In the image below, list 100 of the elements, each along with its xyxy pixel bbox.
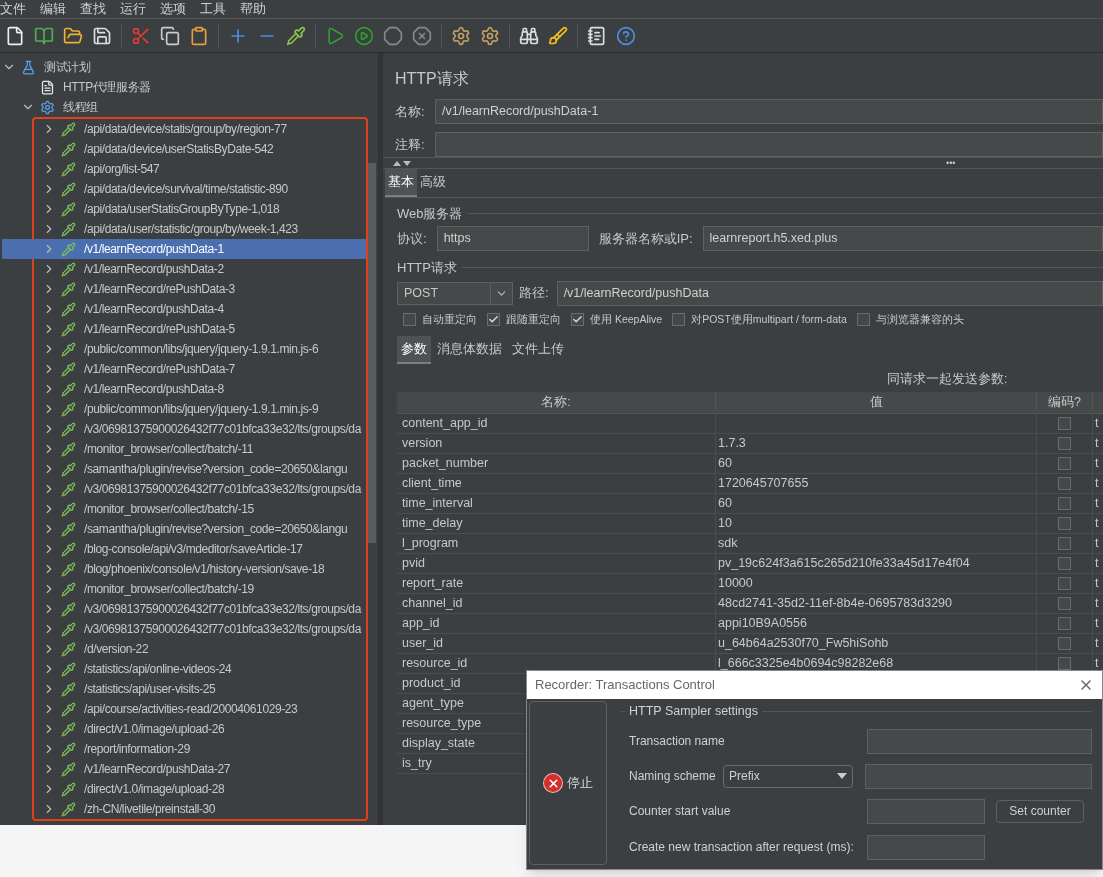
tab[interactable]: 文件上传	[508, 336, 568, 364]
name-field[interactable]: /v1/learnRecord/pushData-1	[435, 99, 1103, 124]
column-header[interactable]: 名称:	[397, 392, 716, 412]
tree-item[interactable]: /public/common/libs/jquery/jquery-1.9.1.min.js-6	[2, 339, 366, 359]
pipette-icon[interactable]	[286, 25, 306, 46]
tree-item[interactable]: /blog-console/api/v3/mdeditor/saveArticle-17	[2, 539, 366, 559]
tab[interactable]: 基本	[385, 169, 417, 197]
tree-item[interactable]: /monitor_browser/collect/batch/-19	[2, 579, 366, 599]
splitter-handle[interactable]: •••	[946, 158, 956, 168]
octagon-x-icon[interactable]	[412, 25, 432, 46]
tree-item[interactable]: /v1/learnRecord/rePushData-5	[2, 319, 366, 339]
server-field[interactable]: learnreport.h5.xed.plus	[702, 226, 1103, 251]
transaction-name-field[interactable]	[867, 728, 1092, 754]
tree-item[interactable]: /v3/06981375900026432f77c01bfca33e32/lts/groups/da	[2, 479, 366, 499]
tree-item[interactable]: /monitor_browser/collect/batch/-11	[2, 439, 366, 459]
play-icon[interactable]	[325, 25, 345, 46]
tree-item[interactable]: /direct/v1.0/image/upload-26	[2, 719, 366, 739]
menu-item[interactable]: 帮助	[233, 0, 273, 19]
checkbox[interactable]	[1058, 616, 1071, 630]
tree-item[interactable]: /public/common/libs/jquery/jquery-1.9.1.min.js-9	[2, 399, 366, 419]
menu-item[interactable]: 查找	[73, 0, 113, 19]
tree-item[interactable]: /api/data/userStatisGroupByType-1,018	[2, 199, 366, 219]
stop-icon[interactable]	[383, 25, 403, 46]
tree-item[interactable]: /samantha/plugin/revise?version_code=20650&langu	[2, 459, 366, 479]
tab[interactable]: 参数	[397, 336, 431, 364]
tree-item[interactable]: /d/version-22	[2, 639, 366, 659]
tree-item[interactable]: /api/org/list-547	[2, 159, 366, 179]
tree-item[interactable]: HTTP代理服务器	[0, 77, 366, 97]
blank-page-icon[interactable]	[5, 25, 25, 46]
stop-button[interactable]: 停止	[529, 701, 607, 865]
protocol-field[interactable]: https	[436, 226, 589, 251]
gear-icon[interactable]	[451, 25, 471, 46]
set-counter-button[interactable]: Set counter	[996, 799, 1084, 823]
scrollbar[interactable]	[368, 163, 376, 543]
tree-item[interactable]: 线程组	[0, 97, 366, 117]
binoculars-icon[interactable]	[519, 25, 539, 46]
tree-item[interactable]: /samantha/plugin/revise?version_code=20650&langu	[2, 519, 366, 539]
save-icon[interactable]	[92, 25, 112, 46]
tree-item[interactable]: 测试计划	[0, 57, 366, 77]
column-header[interactable]: 编码?	[1037, 392, 1093, 412]
checkbox[interactable]	[487, 312, 500, 326]
checkbox[interactable]	[1058, 516, 1071, 530]
clipboard-icon[interactable]	[189, 25, 209, 46]
tree-item[interactable]: /api/course/activities-read/20004061029-23	[2, 699, 366, 719]
gear-icon[interactable]	[480, 25, 500, 46]
checkbox[interactable]	[1058, 556, 1071, 570]
tree-item[interactable]: /v1/learnRecord/rePushData-7	[2, 359, 366, 379]
naming-field[interactable]	[865, 763, 1092, 789]
scissors-icon[interactable]	[131, 25, 151, 46]
copy-icon[interactable]	[160, 25, 180, 46]
checkbox[interactable]	[1058, 456, 1071, 470]
tree-item[interactable]: /v1/learnRecord/rePushData-3	[2, 279, 366, 299]
broom-icon[interactable]	[548, 25, 568, 46]
checkbox[interactable]	[403, 312, 416, 326]
tree-item[interactable]: /statistics/api/online-videos-24	[2, 659, 366, 679]
tree-item[interactable]: /zh-CN/livetile/preinstall-30	[2, 799, 366, 819]
tree-item[interactable]: /v1/learnRecord/pushData-4	[2, 299, 366, 319]
tab[interactable]: 高级	[417, 169, 449, 197]
menu-item[interactable]: 工具	[193, 0, 233, 19]
method-dropdown[interactable]: POST	[397, 281, 513, 305]
tree-item[interactable]: /api/data/device/survival/time/statistic-890	[2, 179, 366, 199]
tree-item[interactable]: /blog/phoenix/console/v1/history-version/save-18	[2, 559, 366, 579]
tab[interactable]: 消息体数据	[433, 336, 506, 364]
tree-item[interactable]: /monitor_browser/collect/batch/-15	[2, 499, 366, 519]
comment-field[interactable]	[435, 132, 1103, 157]
path-field[interactable]: /v1/learnRecord/pushData	[556, 280, 1103, 306]
notebook-icon[interactable]	[587, 25, 607, 46]
play-circle-icon[interactable]	[354, 25, 374, 46]
checkbox[interactable]	[1058, 636, 1071, 650]
checkbox[interactable]	[1058, 536, 1071, 550]
book-icon[interactable]	[34, 25, 54, 46]
tree-item[interactable]: /api/data/device/userStatisByDate-542	[2, 139, 366, 159]
create-after-field[interactable]	[867, 834, 985, 860]
column-header[interactable]: 值	[716, 392, 1037, 412]
naming-scheme-dropdown[interactable]: Prefix	[723, 764, 853, 788]
help-icon[interactable]	[616, 25, 636, 46]
menu-item[interactable]: 编辑	[33, 0, 73, 19]
checkbox[interactable]	[672, 312, 686, 326]
folder-icon[interactable]	[63, 25, 83, 46]
checkbox[interactable]	[1058, 436, 1071, 450]
checkbox[interactable]	[1058, 476, 1071, 490]
menu-item[interactable]: 运行	[113, 0, 153, 19]
tree-item[interactable]: /api/data/user/statistic/group/by/week-1,423	[2, 219, 366, 239]
checkbox[interactable]	[1058, 576, 1071, 590]
tree-item[interactable]: /v1/learnRecord/pushData-2	[2, 259, 366, 279]
tree-item[interactable]: /v1/learnRecord/pushData-1	[2, 239, 366, 259]
menu-item[interactable]: 选项	[153, 0, 193, 19]
tree-item[interactable]: /api/data/device/statis/group/by/region-77	[2, 119, 366, 139]
counter-field[interactable]	[867, 798, 985, 824]
tree-item[interactable]: /v3/06981375900026432f77c01bfca33e32/lts/groups/da	[2, 599, 366, 619]
checkbox[interactable]	[1058, 656, 1071, 670]
tree-item[interactable]: /statistics/api/user-visits-25	[2, 679, 366, 699]
checkbox[interactable]	[571, 312, 584, 326]
tree-item[interactable]: /v1/learnRecord/pushData-8	[2, 379, 366, 399]
menu-item[interactable]: 文件	[0, 0, 33, 19]
tree-item[interactable]: /report/information-29	[2, 739, 366, 759]
tree-item[interactable]: /direct/v1.0/image/upload-28	[2, 779, 366, 799]
checkbox[interactable]	[1058, 416, 1071, 430]
checkbox[interactable]	[856, 312, 870, 326]
tree-item[interactable]: /v1/learnRecord/pushData-27	[2, 759, 366, 779]
